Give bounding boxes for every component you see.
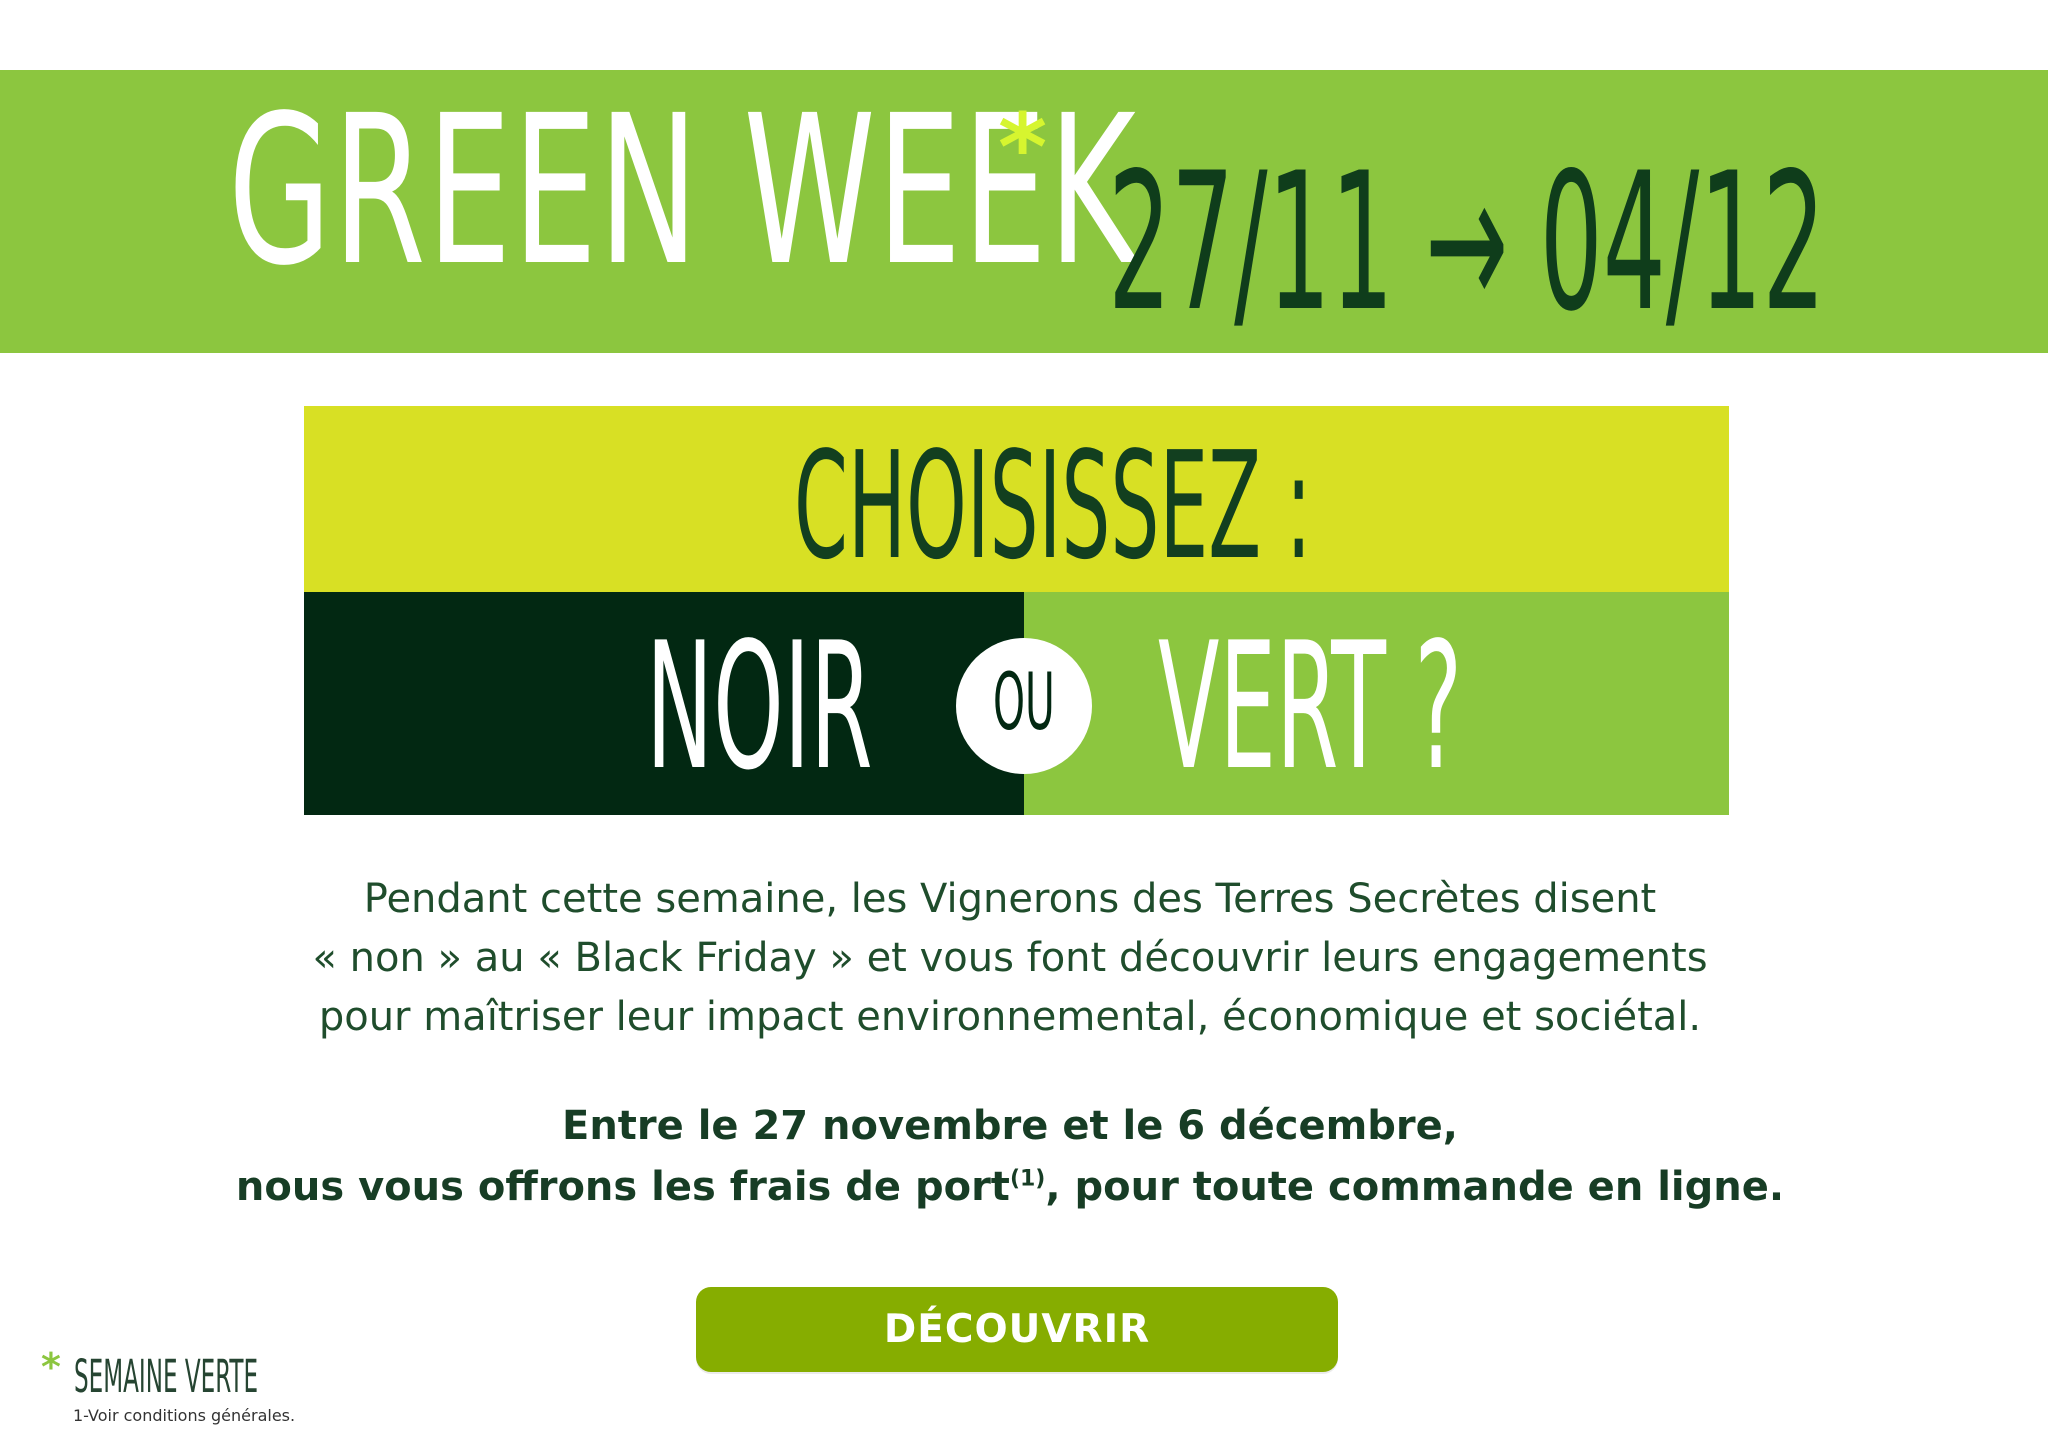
date-range: 27/11 → 04/12 [1108,132,1826,353]
vert-label: VERT ? [1158,606,1463,809]
ou-label: OU [993,658,1055,748]
discover-button[interactable]: DÉCOUVRIR [696,1287,1338,1372]
intro-line-1: Pendant cette semaine, les Vignerons des… [363,876,1657,922]
intro-line-2: « non » au « Black Friday » et vous font… [312,935,1708,981]
intro-copy: Pendant cette semaine, les Vignerons des… [170,870,1850,1047]
choice-title: CHOISISSEZ : [794,420,1312,592]
shipping-offer: Entre le 27 novembre et le 6 décembre, n… [170,1096,1850,1218]
offer-line-2: nous vous offrons les frais de port(1), … [170,1157,1850,1218]
terms-note: 1-Voir conditions générales. [73,1406,296,1425]
noir-label: NOIR [646,606,873,809]
asterisk-icon: * [998,94,1048,203]
offer-line-1: Entre le 27 novembre et le 6 décembre, [562,1103,1458,1149]
choice-panel: CHOISISSEZ : NOIR OU VERT ? [304,406,1729,815]
footnote-asterisk-icon: * [41,1345,61,1389]
semaine-verte-label: SEMAINE VERTE [74,1350,259,1403]
footnote-marker: (1) [1009,1166,1046,1192]
intro-line-3: pour maîtriser leur impact environnement… [318,994,1702,1040]
offer-line-2-end: , pour toute commande en ligne. [1045,1164,1785,1210]
offer-line-2-start: nous vous offrons les frais de port [235,1164,1010,1210]
